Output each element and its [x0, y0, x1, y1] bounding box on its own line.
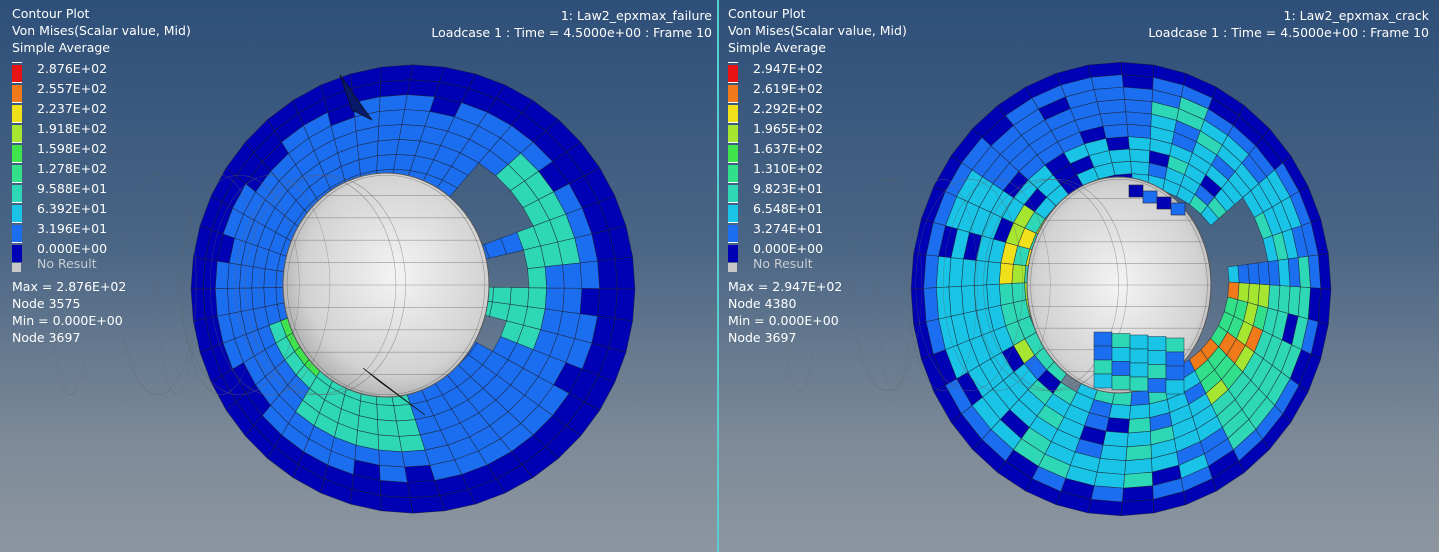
plot-header: Contour Plot Von Mises(Scalar value, Mid… [728, 5, 907, 56]
legend-value: 6.548E+01 [753, 201, 824, 216]
plot-type-label: Contour Plot [12, 6, 90, 21]
model-title: 1: Law2_epxmax_crack [1283, 8, 1429, 23]
min-value: Min = 0.000E+00 [12, 313, 123, 328]
plot-header: Contour Plot Von Mises(Scalar value, Mid… [12, 5, 191, 56]
averaging-label: Simple Average [12, 40, 110, 55]
legend-value: 1.637E+02 [753, 141, 824, 156]
legend-value: 3.196E+01 [37, 221, 108, 236]
legend-swatch [12, 165, 22, 182]
result-type-label: Von Mises(Scalar value, Mid) [728, 23, 907, 38]
averaging-label: Simple Average [728, 40, 826, 55]
legend-swatch [728, 125, 738, 142]
legend-value: 1.965E+02 [753, 121, 824, 136]
legend-swatch [728, 225, 738, 242]
no-result-label: No Result [37, 256, 97, 271]
legend-swatch [12, 225, 22, 242]
contour-model-failure[interactable] [0, 0, 717, 552]
legend-value: 0.000E+00 [753, 241, 824, 256]
result-type-label: Von Mises(Scalar value, Mid) [12, 23, 191, 38]
legend-swatch [728, 145, 738, 162]
legend-value: 2.557E+02 [37, 81, 108, 96]
legend-value: 2.292E+02 [753, 101, 824, 116]
min-node: Node 3697 [12, 330, 81, 345]
legend-value: 2.947E+02 [753, 61, 824, 76]
legend-value: 1.278E+02 [37, 161, 108, 176]
legend-swatch [12, 245, 22, 262]
legend-value: 9.588E+01 [37, 181, 108, 196]
model-header: 1: Law2_epxmax_failure Loadcase 1 : Time… [431, 7, 712, 41]
min-node: Node 3697 [728, 330, 797, 345]
legend-value: 1.310E+02 [753, 161, 824, 176]
max-value: Max = 2.947E+02 [728, 279, 843, 294]
loadcase-label: Loadcase 1 : Time = 4.5000e+00 : Frame 1… [1148, 25, 1429, 40]
max-node: Node 3575 [12, 296, 81, 311]
max-node: Node 4380 [728, 296, 797, 311]
legend-swatch [728, 105, 738, 122]
loadcase-label: Loadcase 1 : Time = 4.5000e+00 : Frame 1… [431, 25, 712, 40]
legend-swatch [728, 185, 738, 202]
legend-swatch [728, 245, 738, 262]
legend-swatch [728, 85, 738, 102]
legend-value: 2.619E+02 [753, 81, 824, 96]
legend-value: 6.392E+01 [37, 201, 108, 216]
legend-swatch [12, 105, 22, 122]
legend-swatch [12, 85, 22, 102]
legend-swatch [12, 65, 22, 82]
min-max-stats: Max = 2.876E+02 Node 3575 Min = 0.000E+0… [12, 278, 126, 346]
no-result-swatch [12, 263, 21, 272]
legend-swatch [12, 205, 22, 222]
contour-model-crack[interactable] [719, 0, 1439, 552]
legend-value: 2.876E+02 [37, 61, 108, 76]
legend-swatch [728, 165, 738, 182]
plot-type-label: Contour Plot [728, 6, 806, 21]
no-result-swatch [728, 263, 737, 272]
legend-value: 0.000E+00 [37, 241, 108, 256]
legend-value: 2.237E+02 [37, 101, 108, 116]
no-result-label: No Result [753, 256, 813, 271]
legend-swatch [12, 145, 22, 162]
min-max-stats: Max = 2.947E+02 Node 4380 Min = 0.000E+0… [728, 278, 842, 346]
legend-swatch [12, 185, 22, 202]
viewport-right[interactable]: Contour Plot Von Mises(Scalar value, Mid… [719, 0, 1439, 552]
legend-value: 3.274E+01 [753, 221, 824, 236]
legend-value: 9.823E+01 [753, 181, 824, 196]
model-header: 1: Law2_epxmax_crack Loadcase 1 : Time =… [1148, 7, 1429, 41]
legend-swatch [12, 125, 22, 142]
max-value: Max = 2.876E+02 [12, 279, 127, 294]
viewport-left[interactable]: Contour Plot Von Mises(Scalar value, Mid… [0, 0, 717, 552]
model-title: 1: Law2_epxmax_failure [560, 8, 712, 23]
legend-swatch [728, 205, 738, 222]
legend-value: 1.598E+02 [37, 141, 108, 156]
legend-value: 1.918E+02 [37, 121, 108, 136]
min-value: Min = 0.000E+00 [728, 313, 839, 328]
legend-swatch [728, 65, 738, 82]
